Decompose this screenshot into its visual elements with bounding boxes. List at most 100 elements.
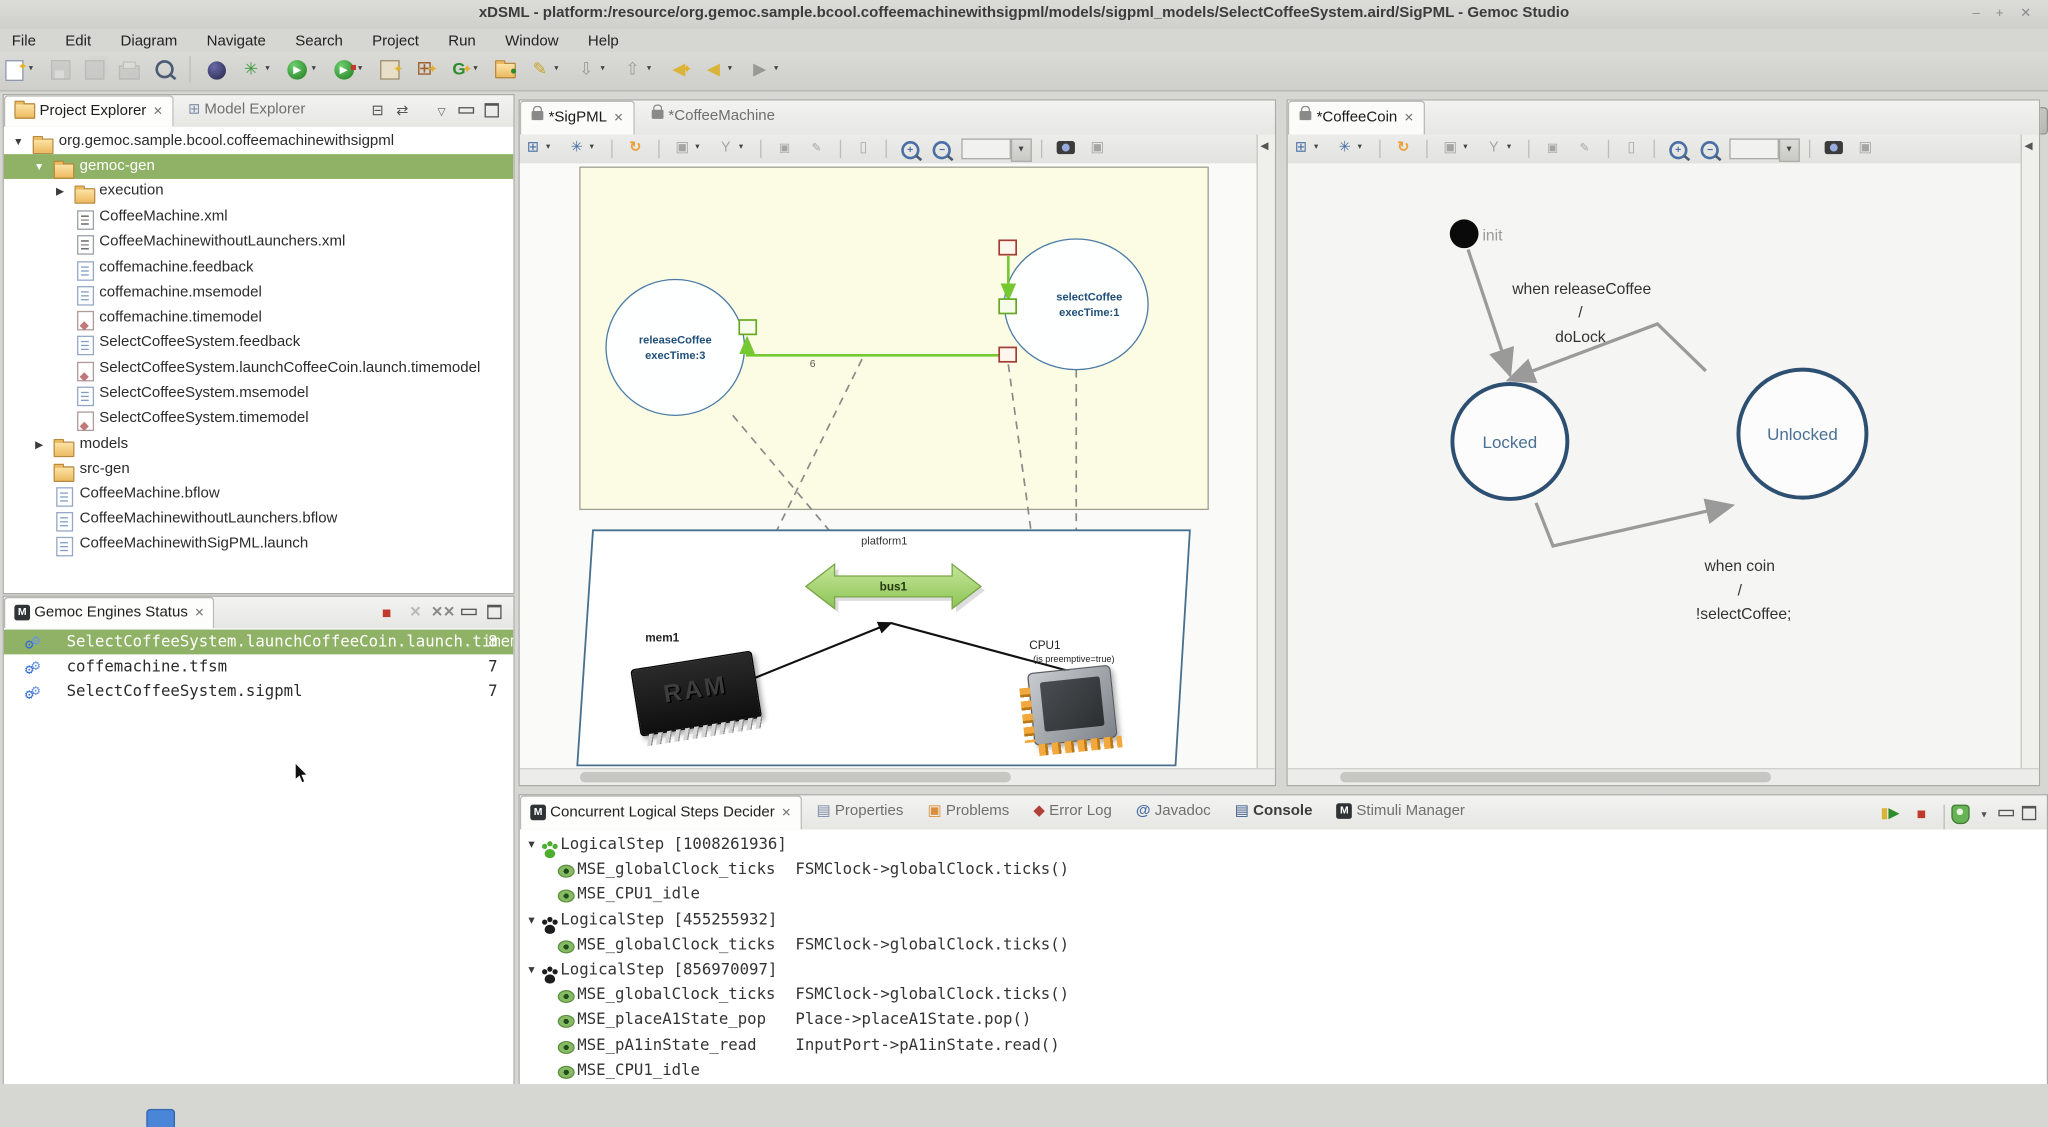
tree-item-execution[interactable]: execution xyxy=(4,179,513,204)
sigpml-canvas[interactable]: releaseCoffee execTime:3 selectCoffee ex… xyxy=(520,163,1258,769)
copy-appearance-icon[interactable]: ▣ xyxy=(1438,137,1462,158)
tree-item-gemoc-gen[interactable]: gemoc-gen xyxy=(4,154,513,179)
zoom-level-dropdown[interactable] xyxy=(1779,138,1800,162)
window-close-button[interactable] xyxy=(2017,5,2035,23)
zoom-out-icon[interactable]: − xyxy=(1698,137,1722,158)
debug-button[interactable]: ✳ xyxy=(238,56,264,82)
view-menu-button[interactable]: ▽ xyxy=(430,98,454,124)
back-dropdown[interactable] xyxy=(728,56,740,82)
back-button[interactable]: ◀ xyxy=(700,56,726,82)
menu-project[interactable]: Project xyxy=(360,31,430,52)
menu-run[interactable]: Run xyxy=(436,31,487,52)
minimize-view-button[interactable] xyxy=(1998,810,2014,817)
tab-coffeemachine[interactable]: *CoffeeMachine xyxy=(641,101,785,134)
tab-properties[interactable]: ▤ Properties xyxy=(807,795,912,828)
gemoc-refresh-dropdown[interactable] xyxy=(473,56,485,82)
tab-engines-status[interactable]: Gemoc Engines Status xyxy=(4,597,215,628)
horizontal-scrollbar[interactable] xyxy=(1288,768,2039,785)
tree-item-wol-bflow[interactable]: CoffeeMachinewithoutLaunchers.bflow xyxy=(4,507,513,532)
initial-transition-arrow[interactable] xyxy=(1468,249,1510,374)
copy-appearance-icon[interactable]: ▣ xyxy=(670,137,694,158)
horizontal-scrollbar[interactable] xyxy=(520,768,1275,785)
mse-row[interactable]: MSE_pA1inState_readInputPort->pA1inState… xyxy=(520,1033,2047,1058)
initial-state-dot[interactable] xyxy=(1450,219,1479,248)
chevron-down-icon[interactable] xyxy=(12,129,25,154)
export-image-icon[interactable] xyxy=(1054,137,1078,158)
filters-dropdown[interactable] xyxy=(590,137,602,158)
align-dropdown[interactable] xyxy=(739,137,751,158)
selection-tool-dropdown[interactable] xyxy=(1314,137,1326,158)
new-wizard-dropdown[interactable] xyxy=(29,56,41,82)
tab-coffeecoin[interactable]: *CoffeeCoin✕ xyxy=(1288,101,1426,135)
tree-item-msemodel[interactable]: coffemachine.msemodel xyxy=(4,281,513,306)
select-hidden-icon[interactable]: ▣ xyxy=(1541,137,1565,158)
close-icon[interactable] xyxy=(781,806,791,819)
play-steps-button[interactable]: ▮▶ xyxy=(1878,801,1902,827)
previous-annotation-dropdown[interactable] xyxy=(647,56,659,82)
forward-button[interactable]: ▶ xyxy=(747,56,773,82)
close-icon[interactable] xyxy=(194,606,204,619)
maximize-view-button[interactable] xyxy=(487,605,501,619)
output-port[interactable] xyxy=(999,347,1016,361)
engine-row[interactable]: SelectCoffeeSystem.sigpml7 xyxy=(4,679,513,704)
next-annotation-button[interactable]: ⇩ xyxy=(573,56,599,82)
chevron-down-icon[interactable] xyxy=(525,832,538,857)
layers-icon[interactable]: ▣ xyxy=(1086,137,1110,158)
collapse-all-button[interactable]: ⊟ xyxy=(366,98,390,124)
chevron-down-icon[interactable] xyxy=(525,908,538,933)
import-folder-button[interactable]: ● xyxy=(492,56,518,82)
shield-dropdown[interactable]: ▼ xyxy=(1972,801,1996,827)
gemoc-refresh-button[interactable]: G✦ xyxy=(446,56,472,82)
copy-appearance-dropdown[interactable] xyxy=(1463,137,1475,158)
save-button[interactable] xyxy=(48,56,74,82)
edit-mode-icon[interactable]: ✎ xyxy=(805,137,829,158)
tree-item-scs-feedback[interactable]: SelectCoffeeSystem.feedback xyxy=(4,330,513,355)
menu-diagram[interactable]: Diagram xyxy=(109,31,189,52)
run-external-button[interactable]: ▶■ xyxy=(331,56,357,82)
input-port[interactable] xyxy=(999,240,1016,254)
search-button[interactable] xyxy=(151,56,177,82)
tab-error-log[interactable]: ◆ Error Log xyxy=(1024,795,1121,828)
close-icon[interactable]: ✕ xyxy=(1404,111,1414,124)
annotate-dropdown[interactable] xyxy=(554,56,566,82)
selection-tool-dropdown[interactable] xyxy=(546,137,558,158)
align-icon[interactable]: Y xyxy=(1482,137,1506,158)
palette-collapsed-strip[interactable] xyxy=(2021,135,2039,770)
run-dropdown[interactable] xyxy=(312,56,324,82)
stop-steps-button[interactable]: ■ xyxy=(1910,801,1934,827)
tree-item-feedback[interactable]: coffemachine.feedback xyxy=(4,256,513,281)
stop-engine-button[interactable]: ■ xyxy=(375,600,399,626)
window-maximize-button[interactable] xyxy=(1991,5,2009,23)
mse-row[interactable]: MSE_placeA1State_popPlace->placeA1State.… xyxy=(520,1007,2047,1032)
edit-mode-icon[interactable]: ✎ xyxy=(1573,137,1597,158)
run-button[interactable]: ▶ xyxy=(284,56,310,82)
paste-layout-icon[interactable]: ▯ xyxy=(852,137,876,158)
tree-item-scs-launch-timemodel[interactable]: SelectCoffeeSystem.launchCoffeeCoin.laun… xyxy=(4,357,513,382)
debug-dropdown[interactable] xyxy=(265,56,277,82)
tree-item-models[interactable]: models xyxy=(4,432,513,457)
filters-icon[interactable]: ✳ xyxy=(565,137,589,158)
align-icon[interactable]: Y xyxy=(714,137,738,158)
dispose-engine-button[interactable]: ✕ xyxy=(404,600,428,626)
window-minimize-button[interactable] xyxy=(1967,5,1985,23)
transition-locked-to-unlocked[interactable] xyxy=(1536,503,1732,546)
tab-logical-steps-decider[interactable]: Concurrent Logical Steps Decider xyxy=(520,795,802,829)
minimize-view-button[interactable] xyxy=(458,107,474,114)
mse-row[interactable]: MSE_globalClock_ticksFSMClock->globalClo… xyxy=(520,857,2047,882)
close-icon[interactable]: ✕ xyxy=(614,111,624,124)
tab-console[interactable]: ▤ Console xyxy=(1226,795,1322,828)
align-dropdown[interactable] xyxy=(1507,137,1519,158)
tree-item-src-gen[interactable]: src-gen xyxy=(4,457,513,482)
tree-item-coffeemachine-wol-xml[interactable]: CoffeeMachinewithoutLaunchers.xml xyxy=(4,230,513,255)
save-all-button[interactable] xyxy=(82,56,108,82)
menu-file[interactable]: File xyxy=(0,31,48,52)
new-gemoc-project-button[interactable]: ✦ xyxy=(377,56,403,82)
menu-navigate[interactable]: Navigate xyxy=(195,31,278,52)
forward-dropdown[interactable] xyxy=(774,56,786,82)
menu-search[interactable]: Search xyxy=(283,31,354,52)
paste-layout-icon[interactable]: ▯ xyxy=(1620,137,1644,158)
transition-unlocked-to-locked[interactable] xyxy=(1509,324,1706,380)
filters-dropdown[interactable] xyxy=(1358,137,1370,158)
zoom-out-icon[interactable]: − xyxy=(930,137,954,158)
selection-tool-icon[interactable]: ⊞ xyxy=(521,137,545,158)
